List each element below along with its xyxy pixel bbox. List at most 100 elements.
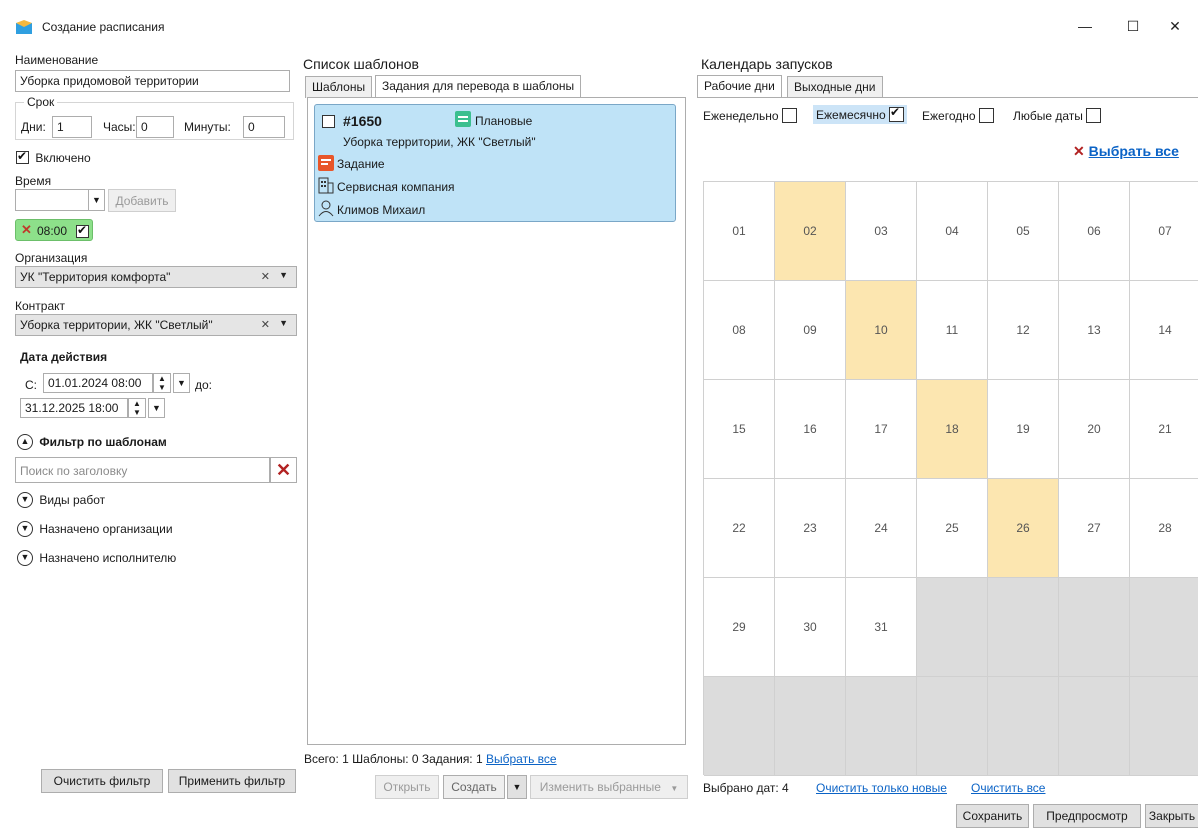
calendar-day[interactable]: 08 <box>704 281 775 380</box>
chevron-down-icon[interactable]: ▼ <box>17 492 33 508</box>
chevron-down-icon[interactable]: ▼ <box>88 190 104 210</box>
calendar-day[interactable]: 09 <box>775 281 846 380</box>
name-label: Наименование <box>15 53 99 67</box>
clear-search-icon[interactable]: ✕ <box>270 457 297 483</box>
card-checkbox[interactable] <box>322 115 335 129</box>
filter-toggle[interactable]: ▲ Фильтр по шаблонам <box>17 434 167 450</box>
calendar-day[interactable]: 16 <box>775 380 846 479</box>
card-type: Задание <box>337 157 385 171</box>
open-button[interactable]: Открыть <box>375 775 439 799</box>
calendar-day[interactable]: 04 <box>917 182 988 281</box>
chevron-down-icon[interactable]: ▼ <box>173 373 190 393</box>
chevron-down-icon[interactable]: ▼ <box>279 318 288 328</box>
to-date-input[interactable]: 31.12.2025 18:00 <box>20 398 128 418</box>
mode-yearly-checkbox[interactable] <box>978 108 994 124</box>
calendar-day[interactable]: 06 <box>1059 182 1130 281</box>
calendar-day[interactable]: 30 <box>775 578 846 677</box>
calendar-empty-cell <box>988 578 1059 677</box>
time-select[interactable]: ▼ <box>15 189 105 211</box>
days-input[interactable]: 1 <box>52 116 92 138</box>
minimize-button[interactable]: — <box>1062 14 1108 40</box>
filter-item[interactable]: ▼ Виды работ <box>17 492 105 508</box>
calendar-day[interactable]: 10 <box>846 281 917 380</box>
clear-contract-icon[interactable]: ✕ <box>261 318 270 331</box>
calendar-day[interactable]: 03 <box>846 182 917 281</box>
calendar-day[interactable]: 05 <box>988 182 1059 281</box>
calendar-day[interactable]: 15 <box>704 380 775 479</box>
chevron-down-icon[interactable]: ▼ <box>17 521 33 537</box>
chevron-down-icon[interactable]: ▼ <box>507 775 527 799</box>
remove-time-icon[interactable]: ✕ <box>21 222 32 238</box>
clear-new-link[interactable]: Очистить только новые <box>816 781 947 795</box>
calendar-day[interactable]: 12 <box>988 281 1059 380</box>
chevron-up-icon[interactable]: ▲ <box>17 434 33 450</box>
mode-monthly[interactable]: Ежемесячно <box>813 105 908 125</box>
calendar-day[interactable]: 26 <box>988 479 1059 578</box>
chevron-down-icon[interactable]: ▼ <box>17 550 33 566</box>
name-input[interactable]: Уборка придомовой территории <box>15 70 290 92</box>
chevron-down-icon[interactable]: ▼ <box>279 270 288 280</box>
calendar-day[interactable]: 24 <box>846 479 917 578</box>
tab-templates[interactable]: Шаблоны <box>305 76 373 98</box>
template-card[interactable]: #1650 Плановые Уборка территории, ЖК "Св… <box>314 104 676 222</box>
save-button[interactable]: Сохранить <box>956 804 1029 828</box>
minutes-input[interactable]: 0 <box>243 116 285 138</box>
enabled-row[interactable]: Включено <box>16 149 91 165</box>
calendar-day[interactable]: 07 <box>1130 182 1198 281</box>
calendar-day[interactable]: 13 <box>1059 281 1130 380</box>
calendar-day[interactable]: 20 <box>1059 380 1130 479</box>
time-tag[interactable]: ✕ 08:00 <box>15 219 93 241</box>
change-selected-button[interactable]: Изменить выбранные ▼ <box>530 775 688 799</box>
mode-any-checkbox[interactable] <box>1086 108 1102 124</box>
mode-yearly[interactable]: Ежегодно <box>922 108 994 124</box>
maximize-button[interactable]: ☐ <box>1110 14 1156 40</box>
calendar-day[interactable]: 23 <box>775 479 846 578</box>
mode-monthly-checkbox[interactable] <box>889 105 905 123</box>
calendar-day[interactable]: 22 <box>704 479 775 578</box>
filter-item[interactable]: ▼ Назначено организации <box>17 521 173 537</box>
from-date-input[interactable]: 01.01.2024 08:00 <box>43 373 153 393</box>
from-spinner[interactable]: ▲ ▼ <box>153 373 171 393</box>
close-window-button[interactable]: ✕ <box>1152 14 1198 40</box>
calendar-day[interactable]: 31 <box>846 578 917 677</box>
calendar-day[interactable]: 19 <box>988 380 1059 479</box>
calendar-day[interactable]: 18 <box>917 380 988 479</box>
clear-org-icon[interactable]: ✕ <box>261 270 270 283</box>
calendar-day[interactable]: 25 <box>917 479 988 578</box>
hours-input[interactable]: 0 <box>136 116 174 138</box>
tab-weekends[interactable]: Выходные дни <box>787 76 883 98</box>
apply-filter-button[interactable]: Применить фильтр <box>168 769 296 793</box>
org-select[interactable]: УК "Территория комфорта" ✕ ▼ <box>15 266 297 288</box>
to-spinner[interactable]: ▲ ▼ <box>128 398 146 418</box>
calendar-select-all-link[interactable]: Выбрать все <box>1089 143 1179 159</box>
calendar-day[interactable]: 27 <box>1059 479 1130 578</box>
calendar-day[interactable]: 21 <box>1130 380 1198 479</box>
calendar-day[interactable]: 29 <box>704 578 775 677</box>
add-time-button[interactable]: Добавить <box>108 189 176 212</box>
mode-any[interactable]: Любые даты <box>1013 108 1102 124</box>
clear-all-link[interactable]: Очистить все <box>971 781 1045 795</box>
calendar-day[interactable]: 28 <box>1130 479 1198 578</box>
mode-weekly-checkbox[interactable] <box>781 108 797 124</box>
chevron-down-icon[interactable]: ▼ <box>148 398 165 418</box>
filter-title: Фильтр по шаблонам <box>39 435 167 449</box>
close-button[interactable]: Закрыть <box>1145 804 1198 828</box>
time-tag-checkbox[interactable] <box>76 223 89 239</box>
contract-select[interactable]: Уборка территории, ЖК "Светлый" ✕ ▼ <box>15 314 297 336</box>
mode-weekly[interactable]: Еженедельно <box>703 108 797 124</box>
calendar-day[interactable]: 02 <box>775 182 846 281</box>
enabled-checkbox[interactable] <box>16 149 29 165</box>
calendar-day[interactable]: 17 <box>846 380 917 479</box>
search-input[interactable]: Поиск по заголовку <box>15 457 270 483</box>
create-button[interactable]: Создать <box>443 775 505 799</box>
calendar-day[interactable]: 14 <box>1130 281 1198 380</box>
filter-item[interactable]: ▼ Назначено исполнителю <box>17 550 176 566</box>
calendar-select-all[interactable]: ✕ Выбрать все <box>1073 143 1179 160</box>
clear-filter-button[interactable]: Очистить фильтр <box>41 769 163 793</box>
select-all-link[interactable]: Выбрать все <box>486 752 557 766</box>
tab-tasks-to-templates[interactable]: Задания для перевода в шаблоны <box>375 75 582 98</box>
preview-button[interactable]: Предпросмотр <box>1033 804 1141 828</box>
calendar-day[interactable]: 01 <box>704 182 775 281</box>
calendar-day[interactable]: 11 <box>917 281 988 380</box>
tab-workdays[interactable]: Рабочие дни <box>697 75 782 98</box>
